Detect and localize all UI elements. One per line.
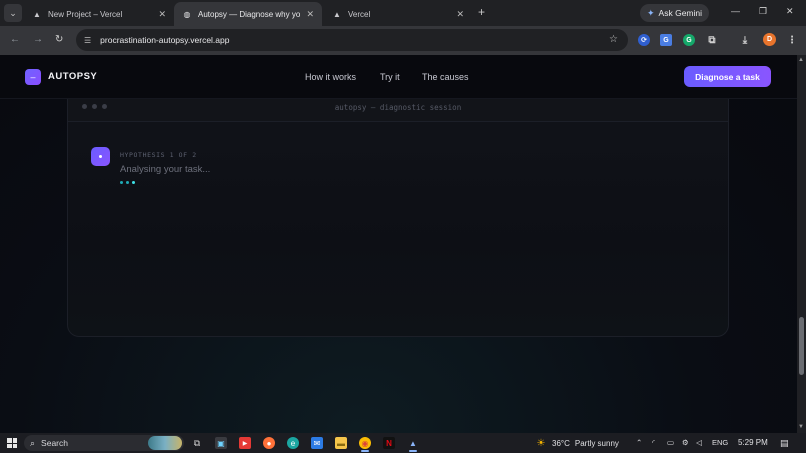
globe-icon: ◍ [183, 9, 191, 19]
session-title: autopsy — diagnostic session [334, 103, 462, 112]
file-explorer-icon[interactable]: ▬ [335, 437, 347, 449]
url-text: procrastination-autopsy.vercel.app [100, 35, 230, 45]
session-title-bar: autopsy — diagnostic session [68, 99, 728, 122]
chevron-down-icon: ⌄ [9, 7, 17, 18]
nav-how-it-works[interactable]: How it works [305, 72, 356, 82]
firefox-icon[interactable]: ● [263, 437, 275, 449]
windows-start-icon[interactable] [7, 438, 17, 448]
diagnostic-session-panel: autopsy — diagnostic session HYPOTHESIS … [67, 99, 729, 337]
restore-icon[interactable]: ❐ [759, 6, 767, 17]
scroll-up-icon[interactable]: ▲ [798, 57, 804, 63]
gemini-spark-icon: ✦ [647, 7, 655, 18]
battery-icon[interactable]: ▭ [667, 438, 674, 447]
weather-condition: Partly sunny [574, 438, 619, 448]
tab-search-button[interactable]: ⌄ [4, 4, 22, 22]
vercel-triangle-icon: ▲ [333, 9, 341, 19]
chrome-icon[interactable]: ◉ [359, 437, 371, 452]
reload-icon[interactable]: ↻ [55, 34, 63, 45]
taskbar-search[interactable]: ⌕ Search [24, 435, 184, 451]
search-highlight-image [148, 436, 182, 450]
typing-dot [126, 181, 129, 184]
site-info-icon[interactable]: ☰ [84, 36, 91, 45]
extensions-puzzle-icon[interactable]: ⧉ [706, 34, 718, 46]
ask-gemini-button[interactable]: ✦ Ask Gemini [640, 4, 710, 22]
autopsy-app-icon[interactable]: ▲ [407, 437, 419, 452]
nav-the-causes[interactable]: The causes [422, 72, 469, 82]
partly-sunny-icon: ☀ [536, 437, 546, 449]
extension-circle-icon[interactable]: ⟳ [638, 34, 650, 46]
new-tab-button[interactable]: + [478, 5, 485, 19]
page-scrollbar[interactable]: ▲ ▼ [797, 55, 806, 433]
hypothesis-icon [91, 147, 110, 166]
taskbar-search-label: Search [41, 438, 68, 448]
address-bar[interactable]: ☰ procrastination-autopsy.vercel.app ☆ [76, 29, 628, 51]
minimize-icon[interactable]: — [731, 6, 740, 16]
typing-indicator [120, 181, 135, 184]
logo-text[interactable]: AUTOPSY [48, 71, 97, 82]
edge-icon[interactable]: e [287, 437, 299, 449]
tab-title: New Project – Vercel [48, 9, 123, 19]
download-icon[interactable]: ⤓ [739, 34, 751, 46]
youtube-icon[interactable]: ▶ [239, 437, 251, 449]
nav-try-it[interactable]: Try it [380, 72, 400, 82]
tab-new-project-vercel[interactable]: ▲ New Project – Vercel ✕ [24, 2, 174, 26]
task-view-icon[interactable]: ⧉ [191, 437, 203, 449]
tab-vercel[interactable]: ▲ Vercel ✕ [324, 2, 472, 26]
site-header: – AUTOPSY How it works Try it The causes… [0, 55, 797, 99]
browser-tab-strip: ⌄ ▲ New Project – Vercel ✕ ◍ Autopsy — D… [0, 0, 806, 26]
scroll-thumb[interactable] [799, 317, 804, 375]
analysis-status-text: Analysing your task... [120, 164, 211, 175]
volume-icon[interactable]: ◁ [696, 438, 702, 447]
close-window-icon[interactable]: ✕ [786, 6, 794, 17]
typing-dot [120, 181, 123, 184]
tab-title: Vercel [348, 9, 371, 19]
ask-gemini-label: Ask Gemini [658, 8, 703, 18]
tab-title: Autopsy — Diagnose why you'r [198, 9, 301, 19]
bookmark-star-icon[interactable]: ☆ [609, 34, 618, 45]
store-icon[interactable]: ▣ [215, 437, 227, 449]
vercel-triangle-icon: ▲ [33, 9, 41, 19]
web-page: – AUTOPSY How it works Try it The causes… [0, 55, 797, 433]
logo-icon[interactable]: – [25, 69, 41, 85]
weather-temperature: 36°C [552, 438, 570, 448]
hypothesis-label: HYPOTHESIS 1 OF 2 [120, 151, 197, 159]
tab-autopsy[interactable]: ◍ Autopsy — Diagnose why you'r ✕ [174, 2, 322, 26]
translate-icon[interactable]: G [660, 34, 672, 46]
browser-toolbar: ← → ↻ ☰ procrastination-autopsy.vercel.a… [0, 26, 806, 55]
windows-taskbar: ⌕ Search ⧉ ▣ ▶ ● e ✉ ▬ ◉ N ▲ ☀ 36°C Part… [0, 433, 806, 453]
netflix-icon[interactable]: N [383, 437, 395, 449]
grammarly-icon[interactable]: G [683, 34, 695, 46]
notification-icon[interactable]: ▤ [780, 438, 789, 449]
diagnose-task-button[interactable]: Diagnose a task [684, 66, 771, 87]
kebab-menu-icon[interactable]: ⋮ [786, 34, 798, 46]
profile-avatar[interactable]: D [763, 33, 776, 46]
back-arrow-icon[interactable]: ← [10, 34, 20, 45]
wifi-icon[interactable]: ◜ [652, 438, 655, 447]
taskbar-clock[interactable]: 5:29 PM [738, 438, 768, 447]
close-icon[interactable]: ✕ [306, 9, 314, 20]
typing-dot [132, 181, 135, 184]
chevron-up-icon[interactable]: ⌃ [636, 438, 642, 447]
search-icon: ⌕ [30, 437, 36, 448]
language-indicator[interactable]: ENG [712, 438, 728, 447]
forward-arrow-icon[interactable]: → [33, 34, 43, 45]
close-icon[interactable]: ✕ [456, 9, 464, 20]
settings-icon[interactable]: ⚙ [682, 438, 689, 447]
close-icon[interactable]: ✕ [158, 9, 166, 20]
scroll-down-icon[interactable]: ▼ [798, 424, 804, 430]
mail-icon[interactable]: ✉ [311, 437, 323, 449]
weather-widget[interactable]: ☀ 36°C Partly sunny [535, 437, 619, 449]
